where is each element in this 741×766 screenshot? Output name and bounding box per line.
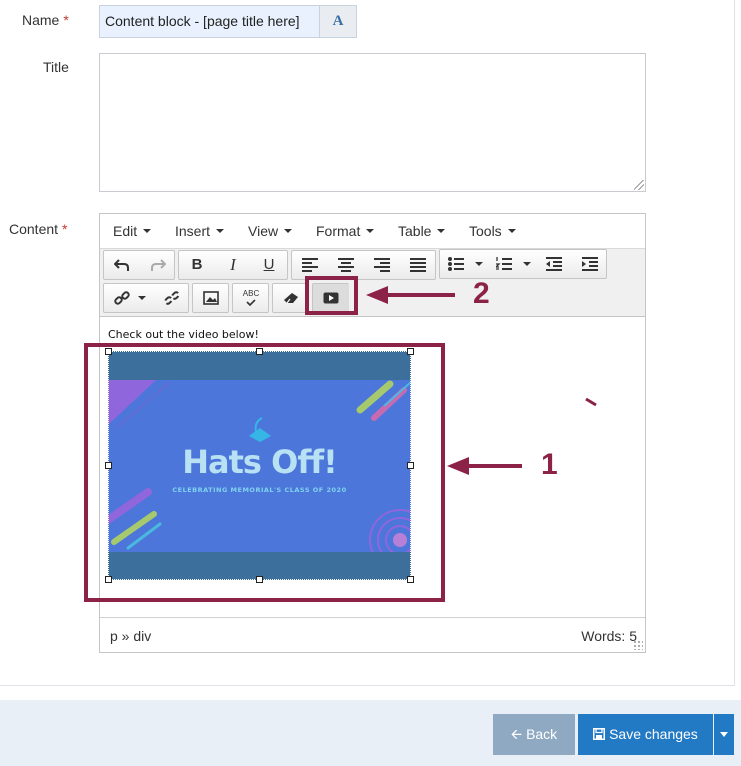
save-icon bbox=[593, 728, 606, 740]
resize-grip-icon[interactable] bbox=[633, 640, 643, 650]
back-label: Back bbox=[526, 726, 558, 742]
annotation-box-2 bbox=[305, 276, 358, 315]
underline-button[interactable]: U bbox=[251, 251, 287, 279]
indent-icon bbox=[582, 257, 598, 271]
image-button[interactable] bbox=[193, 284, 229, 312]
eraser-icon bbox=[284, 293, 298, 304]
align-left-button[interactable] bbox=[292, 251, 328, 279]
redo-button[interactable] bbox=[140, 251, 176, 279]
chevron-down-icon bbox=[284, 229, 293, 233]
menu-format[interactable]: Format bbox=[316, 223, 375, 239]
indent-button[interactable] bbox=[572, 250, 608, 278]
unlink-icon bbox=[164, 291, 180, 305]
save-options-dropdown[interactable] bbox=[714, 714, 734, 755]
justify-button[interactable] bbox=[400, 251, 436, 279]
menu-view[interactable]: View bbox=[248, 223, 293, 239]
content-text: Check out the video below! bbox=[108, 328, 259, 341]
chevron-down-icon bbox=[523, 262, 531, 266]
align-center-icon bbox=[338, 258, 354, 272]
align-right-icon bbox=[374, 258, 390, 272]
redo-icon bbox=[151, 259, 166, 271]
name-label: Name * bbox=[22, 12, 69, 28]
chevron-down-icon bbox=[216, 229, 225, 233]
numbered-list-icon bbox=[496, 257, 512, 270]
resize-grip-icon[interactable] bbox=[634, 180, 644, 190]
footer-bar: 🡨 Back Save changes bbox=[0, 700, 741, 766]
chevron-down-icon bbox=[437, 229, 446, 233]
back-button[interactable]: 🡨 Back bbox=[493, 714, 575, 755]
align-right-button[interactable] bbox=[364, 251, 400, 279]
bullet-list-button[interactable] bbox=[440, 250, 488, 278]
spellcheck-button[interactable]: ABC bbox=[233, 284, 269, 312]
editor-statusbar: p » div Words: 5 bbox=[100, 617, 645, 652]
list-group bbox=[439, 249, 607, 279]
history-group bbox=[103, 250, 175, 280]
annotation-label-2: 2 bbox=[473, 277, 490, 310]
required-mark: * bbox=[63, 12, 69, 28]
spellcheck-label: ABC bbox=[242, 289, 260, 298]
element-path[interactable]: p » div bbox=[110, 628, 151, 644]
arrow-left-icon: 🡨 bbox=[510, 726, 523, 742]
justify-icon bbox=[410, 258, 426, 272]
align-left-icon bbox=[302, 258, 318, 272]
image-group bbox=[192, 283, 229, 313]
save-label: Save changes bbox=[609, 726, 698, 742]
outdent-icon bbox=[546, 257, 562, 271]
text-style-group: B I U bbox=[178, 250, 288, 280]
title-field[interactable] bbox=[99, 53, 646, 192]
clear-format-button[interactable] bbox=[273, 284, 309, 312]
name-field[interactable]: Content block - [page title here] bbox=[99, 5, 319, 38]
word-count: Words: 5 bbox=[581, 628, 637, 644]
link-group bbox=[103, 283, 189, 313]
bold-button[interactable]: B bbox=[179, 251, 215, 279]
chevron-down-icon bbox=[507, 229, 516, 233]
link-icon bbox=[114, 291, 130, 305]
content-label: Content * bbox=[9, 221, 68, 237]
undo-icon bbox=[114, 259, 129, 271]
unlink-button[interactable] bbox=[154, 284, 190, 312]
menu-edit[interactable]: Edit bbox=[113, 223, 152, 239]
font-style-button[interactable]: A bbox=[319, 5, 357, 38]
undo-button[interactable] bbox=[104, 251, 140, 279]
menu-tools[interactable]: Tools bbox=[469, 223, 516, 239]
chevron-down-icon bbox=[366, 229, 375, 233]
clear-format-group bbox=[272, 283, 309, 313]
align-center-button[interactable] bbox=[328, 251, 364, 279]
bullet-list-icon bbox=[448, 257, 464, 271]
menu-insert[interactable]: Insert bbox=[175, 223, 225, 239]
numbered-list-button[interactable] bbox=[488, 250, 536, 278]
link-button[interactable] bbox=[104, 284, 152, 312]
menu-table[interactable]: Table bbox=[398, 223, 446, 239]
editor-menubar: Edit Insert View Format Table Tools bbox=[100, 214, 645, 249]
required-mark: * bbox=[62, 221, 68, 237]
image-icon bbox=[203, 291, 219, 305]
editor-toolbar: B I U ABC bbox=[100, 249, 645, 317]
italic-button[interactable]: I bbox=[215, 251, 251, 279]
title-label: Title bbox=[43, 59, 69, 75]
spellcheck-group: ABC bbox=[232, 283, 269, 313]
save-changes-button[interactable]: Save changes bbox=[578, 714, 713, 755]
chevron-down-icon bbox=[475, 262, 483, 266]
chevron-down-icon bbox=[143, 229, 152, 233]
annotation-label-1: 1 bbox=[541, 448, 558, 481]
spellcheck-icon bbox=[246, 299, 256, 307]
chevron-down-icon bbox=[138, 296, 146, 300]
annotation-box-1 bbox=[84, 343, 445, 602]
outdent-button[interactable] bbox=[536, 250, 572, 278]
